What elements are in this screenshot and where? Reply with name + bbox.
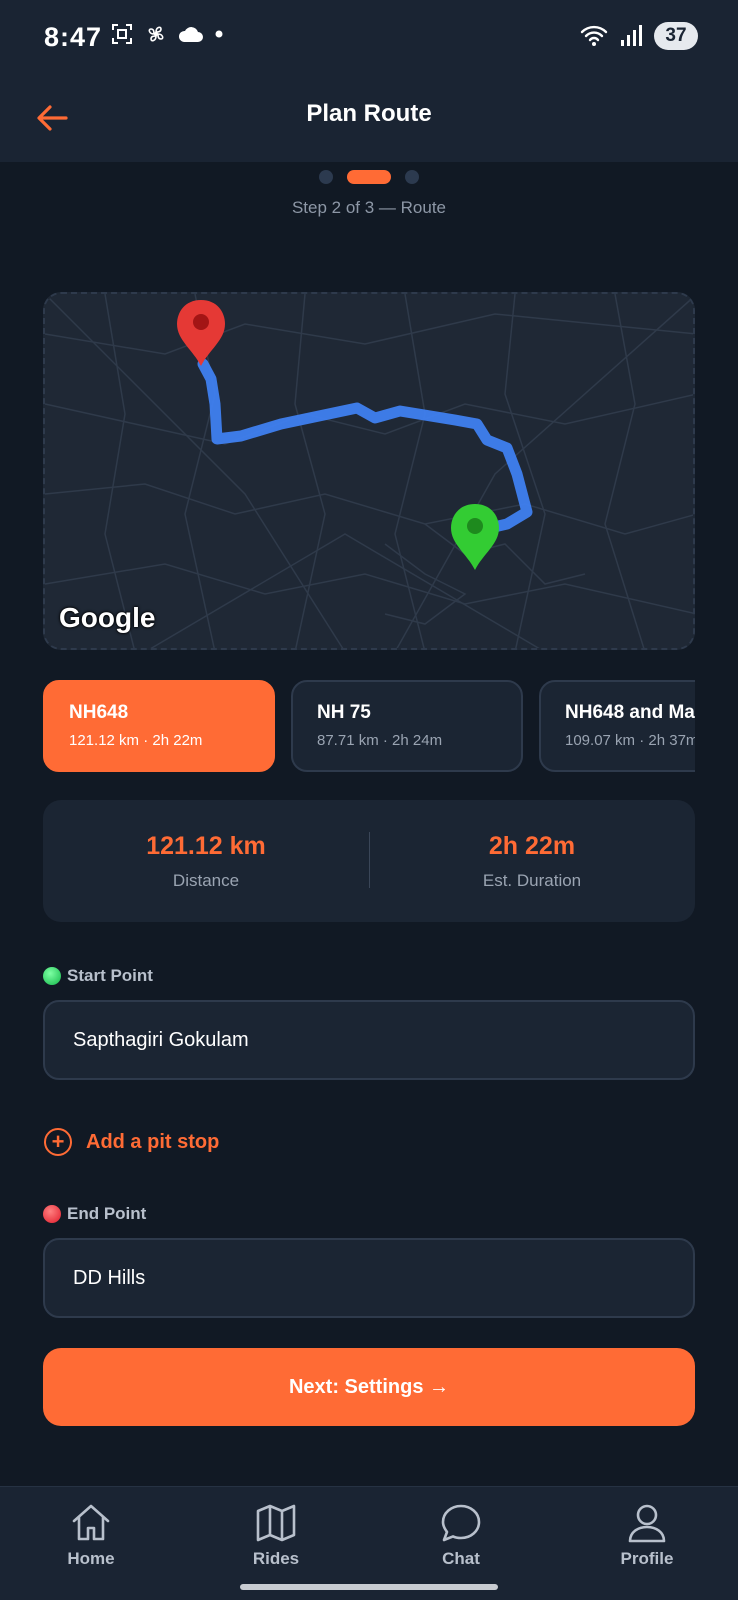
nav-chat-label: Chat [442,1549,480,1568]
route-meta: 109.07 km · 2h 37m [565,732,695,749]
next-settings-button[interactable]: Next: Settings → [43,1348,695,1426]
end-point-value: DD Hills [73,1266,146,1289]
green-dot-icon [43,967,61,985]
step-indicator [0,170,738,184]
step-dot-1 [319,170,333,184]
home-icon [72,1504,110,1541]
status-time: 8:47 [44,22,103,52]
route-options: NH648 121.12 km · 2h 22m NH 75 87.71 km … [43,680,695,772]
cloud-icon [178,27,203,42]
map-icon [256,1504,296,1542]
nav-home-label: Home [67,1549,115,1568]
duration-label: Est. Duration [482,871,582,890]
distance-label: Distance [172,871,240,890]
wifi-icon [580,25,608,46]
route-map[interactable]: Google [43,292,695,650]
start-point-label: Start Point [43,966,153,986]
battery-icon: 37 [654,22,698,50]
page-title: Plan Route [306,100,432,127]
nav-profile[interactable]: Profile [587,1501,707,1569]
route-stats: 121.12 km Distance 2h 22m Est. Duration [43,800,695,922]
distance-value: 121.12 km [146,832,266,860]
red-dot-icon [43,1205,61,1223]
step-dot-3 [405,170,419,184]
dot-icon [215,30,223,38]
end-point-field[interactable]: DD Hills [43,1238,695,1318]
start-point-field[interactable]: Sapthagiri Gokulam [43,1000,695,1080]
start-point-value: Sapthagiri Gokulam [73,1028,249,1051]
status-icons-right: 37 [580,22,698,50]
step-text: Step 2 of 3 — Route [291,198,447,217]
bottom-nav: Home Rides Chat Profile [0,1486,738,1600]
route-option-3[interactable]: NH648 and Ma 109.07 km · 2h 37m [539,680,695,772]
route-meta: 87.71 km · 2h 24m [317,732,443,749]
route-meta: 121.12 km · 2h 22m [69,732,203,749]
nav-chat[interactable]: Chat [401,1501,521,1569]
screenshot-icon [112,24,132,44]
nav-rides[interactable]: Rides [216,1501,336,1569]
chat-icon [441,1504,481,1542]
pit-stop-label: Add a pit stop [86,1130,220,1153]
battery-level: 37 [665,25,687,46]
status-bar: 8:47 37 [0,0,738,76]
user-icon [628,1504,666,1543]
fan-icon [148,26,164,42]
route-name: NH648 [69,702,129,723]
app-header: Plan Route [0,76,738,162]
signal-icon [621,25,642,46]
plus-circle-icon: + [44,1128,72,1156]
route-name: NH648 and Ma [565,702,695,723]
duration-value: 2h 22m [488,832,576,860]
add-pit-stop-button[interactable]: + Add a pit stop [44,1128,219,1156]
distance-stat: 121.12 km Distance [43,832,369,891]
nav-home[interactable]: Home [31,1501,151,1569]
nav-rides-label: Rides [252,1549,300,1568]
end-label-text: End Point [67,1204,147,1223]
google-attribution: Google [59,602,156,633]
step-dot-2-active [347,170,391,184]
route-option-2[interactable]: NH 75 87.71 km · 2h 24m [291,680,523,772]
nav-profile-label: Profile [620,1549,674,1568]
route-option-1[interactable]: NH648 121.12 km · 2h 22m [43,680,275,772]
route-name: NH 75 [317,702,371,723]
map-canvas [45,294,693,648]
start-label-text: Start Point [67,966,153,985]
status-icons-left [110,22,224,46]
end-point-label: End Point [43,1204,146,1224]
home-indicator [240,1584,498,1590]
duration-stat: 2h 22m Est. Duration [369,832,695,891]
